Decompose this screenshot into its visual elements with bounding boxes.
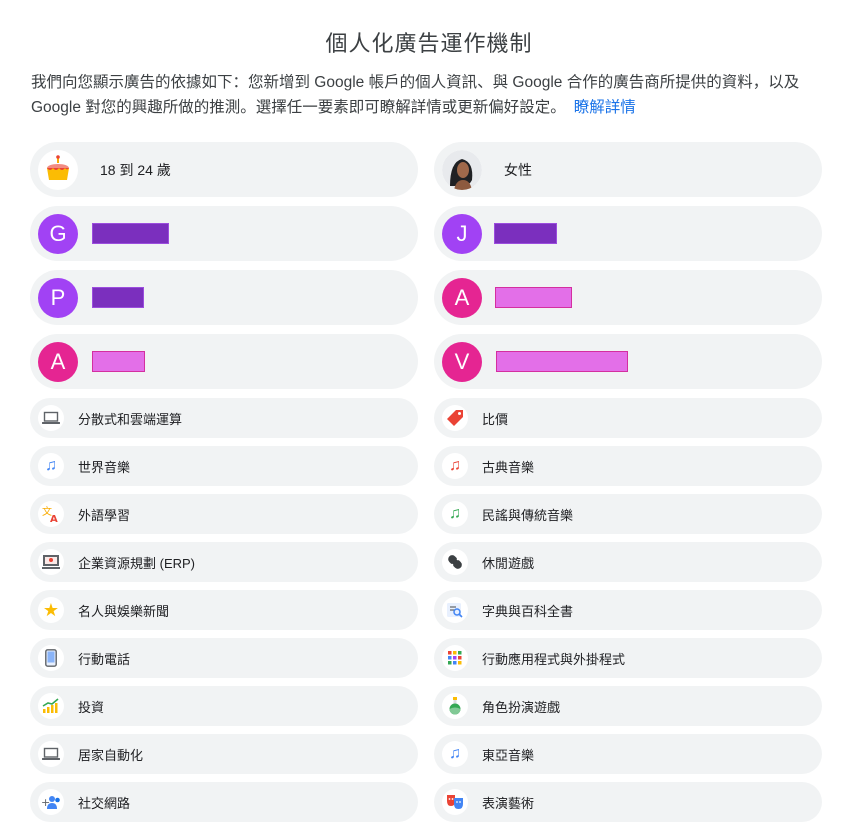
advertiser-avatar: A xyxy=(38,341,78,382)
apps-grid-icon xyxy=(442,645,468,671)
topic-card[interactable]: ♫ 世界音樂 xyxy=(30,446,418,486)
topic-card[interactable]: 休閒遊戲 xyxy=(434,542,822,582)
topic-label: 行動電話 xyxy=(78,651,131,667)
chart-icon xyxy=(38,693,64,719)
topic-label: 外語學習 xyxy=(78,507,131,523)
advertiser-card[interactable]: V xyxy=(434,334,822,389)
topic-card[interactable]: 行動應用程式與外掛程式 xyxy=(434,638,822,678)
topic-label: 居家自動化 xyxy=(78,747,144,763)
music-note-icon: ♫ xyxy=(442,741,468,767)
music-note-icon: ♫ xyxy=(38,453,64,479)
topic-card[interactable]: 文A 外語學習 xyxy=(30,494,418,534)
book-search-icon xyxy=(442,597,468,623)
advertiser-card[interactable]: P xyxy=(30,270,418,325)
age-label: 18 到 24 歲 xyxy=(100,161,171,178)
topic-card[interactable]: 行動電話 xyxy=(30,638,418,678)
advertiser-avatar: J xyxy=(442,213,482,254)
topic-label: 分散式和雲端運算 xyxy=(78,411,183,427)
translate-icon: 文A xyxy=(38,501,64,527)
price-tag-icon xyxy=(442,405,468,431)
laptop-icon xyxy=(38,405,64,431)
advertiser-card[interactable]: G xyxy=(30,206,418,261)
topic-label: 投資 xyxy=(78,699,105,715)
topic-card[interactable]: 居家自動化 xyxy=(30,734,418,774)
advertiser-avatar: V xyxy=(442,341,482,382)
topic-label: 名人與娛樂新聞 xyxy=(78,603,170,619)
topic-label: 行動應用程式與外掛程式 xyxy=(482,651,626,667)
advertiser-card[interactable]: J xyxy=(434,206,822,261)
topic-label: 企業資源規劃 (ERP) xyxy=(78,555,196,571)
topic-label: 表演藝術 xyxy=(482,795,535,811)
topic-label: 休閒遊戲 xyxy=(482,555,535,571)
music-note-icon: ♫ xyxy=(442,501,468,527)
woman-avatar-icon xyxy=(442,149,482,190)
intro-body: 我們向您顯示廣告的依據如下：您新增到 Google 帳戶的個人資訊、與 Goog… xyxy=(31,74,800,116)
presentation-icon xyxy=(38,549,64,575)
music-note-icon: ♫ xyxy=(442,453,468,479)
svg-text:A: A xyxy=(50,514,58,523)
topic-label: 角色扮演遊戲 xyxy=(482,699,561,715)
redacted-name xyxy=(92,351,145,372)
star-icon: ★ xyxy=(38,597,64,623)
topic-card[interactable]: 分散式和雲端運算 xyxy=(30,398,418,438)
topic-card[interactable]: + 社交網路 xyxy=(30,782,418,822)
topic-card[interactable]: 表演藝術 xyxy=(434,782,822,822)
advertiser-avatar: A xyxy=(442,277,482,318)
advertiser-card[interactable]: A xyxy=(434,270,822,325)
topic-label: 社交網路 xyxy=(78,795,131,811)
topic-card[interactable]: ♫ 民謠與傳統音樂 xyxy=(434,494,822,534)
topic-label: 字典與百科全書 xyxy=(482,603,574,619)
topic-label: 民謠與傳統音樂 xyxy=(482,507,574,523)
phone-icon xyxy=(38,645,64,671)
gender-label: 女性 xyxy=(504,161,532,178)
birthday-cake-icon xyxy=(38,149,78,190)
topic-card[interactable]: ♫ 古典音樂 xyxy=(434,446,822,486)
gender-card[interactable]: 女性 xyxy=(434,142,822,197)
redacted-name xyxy=(494,223,557,244)
topic-card[interactable]: 角色扮演遊戲 xyxy=(434,686,822,726)
potion-icon xyxy=(442,693,468,719)
topic-card[interactable]: 字典與百科全書 xyxy=(434,590,822,630)
topic-card[interactable]: ♫ 東亞音樂 xyxy=(434,734,822,774)
topic-card[interactable]: 企業資源規劃 (ERP) xyxy=(30,542,418,582)
redacted-name xyxy=(92,223,169,244)
topic-label: 世界音樂 xyxy=(78,459,131,475)
people-icon: + xyxy=(38,789,64,815)
age-card[interactable]: 18 到 24 歲 xyxy=(30,142,418,197)
topic-label: 比價 xyxy=(482,411,509,427)
redacted-name xyxy=(92,287,144,308)
intro-text: 我們向您顯示廣告的依據如下：您新增到 Google 帳戶的個人資訊、與 Goog… xyxy=(31,70,823,120)
advertiser-avatar: P xyxy=(38,277,78,318)
page-title: 個人化廣告運作機制 xyxy=(325,31,533,56)
topic-label: 古典音樂 xyxy=(482,459,535,475)
redacted-name xyxy=(496,351,628,372)
gamepad-icon xyxy=(442,549,468,575)
topic-card[interactable]: ★ 名人與娛樂新聞 xyxy=(30,590,418,630)
topic-card[interactable]: 比價 xyxy=(434,398,822,438)
advertiser-avatar: G xyxy=(38,213,78,254)
topic-label: 東亞音樂 xyxy=(482,747,535,763)
redacted-name xyxy=(495,287,572,308)
advertiser-card[interactable]: A xyxy=(30,334,418,389)
learn-more-link[interactable]: 瞭解詳情 xyxy=(574,99,636,116)
topic-card[interactable]: 投資 xyxy=(30,686,418,726)
theater-masks-icon xyxy=(442,789,468,815)
laptop-icon xyxy=(38,741,64,767)
